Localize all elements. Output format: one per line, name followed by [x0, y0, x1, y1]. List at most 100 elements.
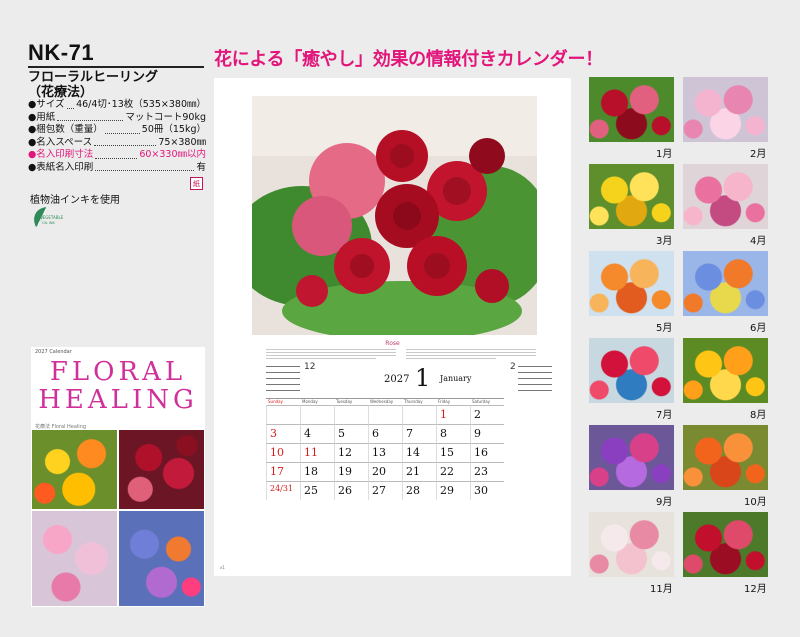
month-thumbnail-1 [589, 77, 674, 142]
spec-label: ●用紙 [28, 111, 56, 123]
day-cell: 10 [266, 443, 300, 462]
day-number: 8 [440, 427, 447, 440]
day-cell: 5 [334, 424, 368, 443]
spec-value: 46/4切･13枚（535×380㎜） [76, 99, 206, 110]
calendar-page: Rose 12 2 2027 1 January Sunday Monday Tue… [214, 78, 571, 576]
month-thumbnail-2 [683, 77, 768, 142]
vegetable-oil-ink-logo: VEGETABLE OIL INK [30, 205, 64, 229]
month-thumbnail-5 [589, 251, 674, 316]
spec-row: ●表紙名入印刷 有 [28, 162, 206, 175]
month-label: 3月 [656, 236, 673, 247]
spec-row: ●用紙 マットコート90kg [28, 112, 206, 125]
day-cell: 8 [436, 424, 470, 443]
day-cell [402, 405, 436, 424]
day-cell: 4 [300, 424, 334, 443]
spec-value: 有 [196, 161, 206, 173]
calendar-cover: 2027 Calendar FLORAL HEALING 花療法 Floral … [31, 347, 205, 607]
product-name-line1: フローラルヒーリング [28, 70, 159, 85]
month-label: 6月 [750, 323, 767, 334]
spec-leader [95, 162, 195, 171]
day-number: 27 [372, 484, 386, 497]
weekday-header: Wednesday [368, 398, 402, 405]
month-label: 11月 [650, 584, 673, 595]
weekday-header: Monday [300, 398, 334, 405]
day-number: 3 [270, 427, 277, 440]
cover-photo-blue-mix [119, 511, 204, 606]
calendar-month-name: January [440, 374, 472, 383]
day-cell: 14 [402, 443, 436, 462]
month-label: 10月 [744, 497, 767, 508]
spec-label: ●サイズ [28, 99, 65, 110]
day-number: 7 [406, 427, 413, 440]
svg-text:OIL INK: OIL INK [42, 221, 56, 225]
month-label: 12月 [744, 584, 767, 595]
day-cell: 25 [300, 481, 334, 500]
day-number: 24/31 [270, 484, 294, 493]
day-number: 20 [372, 465, 386, 478]
month-label: 9月 [656, 497, 673, 508]
day-cell: 13 [368, 443, 402, 462]
cover-subtitle: 花療法 Floral Healing [35, 424, 87, 430]
day-cell: 27 [368, 481, 402, 500]
month-thumbnail-11 [589, 512, 674, 577]
day-number: 30 [474, 484, 488, 497]
day-cell: 22 [436, 462, 470, 481]
day-number: 1 [440, 408, 447, 421]
day-number: 28 [406, 484, 420, 497]
page-number: x1 [220, 565, 225, 570]
spec-value: マットコート90kg [125, 111, 206, 123]
day-cell: 12 [334, 443, 368, 462]
spec-row: ●名入スペース 75×380㎜ [28, 137, 206, 150]
day-number: 22 [440, 465, 454, 478]
day-cell: 11 [300, 443, 334, 462]
spec-row: ●名入印刷寸法 60×330㎜以内 [28, 149, 206, 162]
day-cell [300, 405, 334, 424]
day-cell: 2 [470, 405, 504, 424]
calendar-month-number: 1 [415, 364, 431, 392]
day-cell: 30 [470, 481, 504, 500]
day-number: 16 [474, 446, 488, 459]
weekday-header: Saturday [470, 398, 504, 405]
month-thumbnail-6 [683, 251, 768, 316]
spec-leader [104, 124, 140, 134]
day-cell: 29 [436, 481, 470, 500]
day-cell: 7 [402, 424, 436, 443]
day-cell: 28 [402, 481, 436, 500]
weekday-header: Friday [436, 398, 470, 405]
spec-label: ●名入印刷寸法 [28, 149, 94, 160]
day-cell: 23 [470, 462, 504, 481]
month-thumbnail-9 [589, 425, 674, 490]
day-number: 15 [440, 446, 454, 459]
day-cell: 18 [300, 462, 334, 481]
day-number: 26 [338, 484, 352, 497]
cover-title-line2: HEALING [38, 385, 198, 415]
day-number: 11 [304, 446, 318, 459]
spec-leader [95, 149, 138, 159]
flower-description [266, 348, 536, 362]
day-cell: 26 [334, 481, 368, 500]
day-cell: 3 [266, 424, 300, 443]
month-thumbnail-12 [683, 512, 768, 577]
day-number: 13 [372, 446, 386, 459]
day-number: 21 [406, 465, 420, 478]
spec-label: ●表紙名入印刷 [28, 161, 94, 173]
month-label: 8月 [750, 410, 767, 421]
calendar-year: 2027 [384, 374, 410, 385]
day-number: 5 [338, 427, 345, 440]
next-month-number: 2 [510, 362, 516, 372]
prev-month-number: 12 [304, 362, 316, 372]
spec-value: 60×330㎜以内 [139, 149, 206, 160]
day-cell [368, 405, 402, 424]
day-number: 9 [474, 427, 481, 440]
paper-eco-icon: 紙 [190, 177, 203, 190]
spec-leader [57, 112, 124, 121]
month-thumbnail-7 [589, 338, 674, 403]
day-number: 12 [338, 446, 352, 459]
cover-title-line1: FLORAL [49, 357, 187, 387]
spec-row: ●サイズ 46/4切･13枚（535×380㎜） [28, 99, 206, 112]
day-number: 18 [304, 465, 318, 478]
day-number: 17 [270, 465, 284, 478]
day-number: 23 [474, 465, 488, 478]
day-cell [266, 405, 300, 424]
day-cell: 16 [470, 443, 504, 462]
